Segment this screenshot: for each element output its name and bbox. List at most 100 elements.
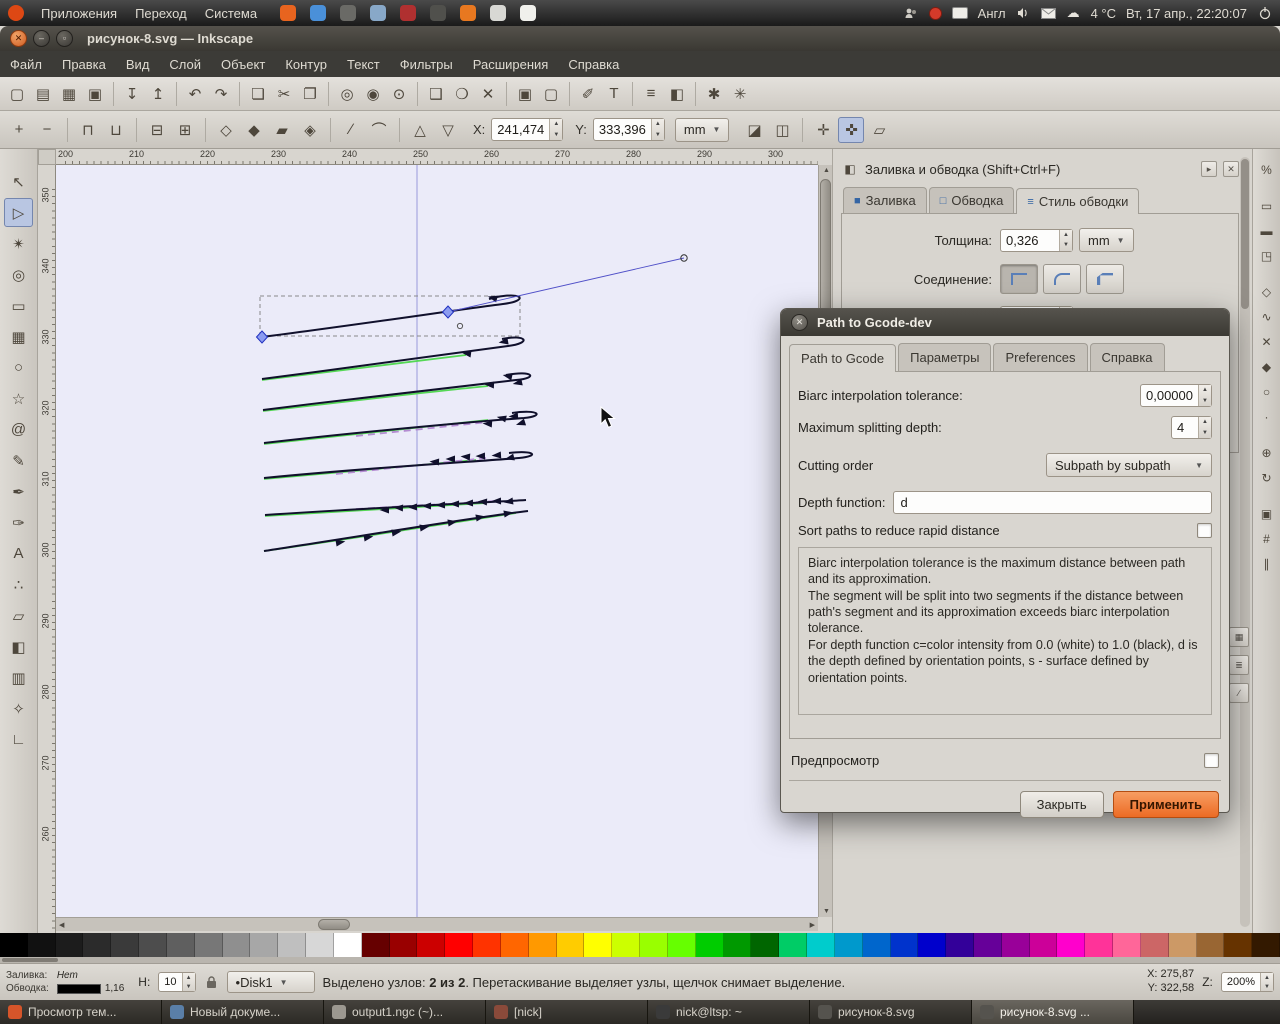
palette-color[interactable]	[612, 933, 640, 957]
group-button[interactable]: ▣	[512, 81, 538, 107]
palette-color[interactable]	[891, 933, 919, 957]
segment-curve-button[interactable]: ⌒	[366, 117, 392, 143]
cut-button[interactable]: ✂	[271, 81, 297, 107]
panel-menu[interactable]: Приложения	[32, 2, 126, 25]
openoffice-icon[interactable]	[400, 5, 416, 21]
snap-midpoint-button[interactable]: ·	[1256, 406, 1278, 428]
text-tool[interactable]: A	[4, 539, 33, 568]
firefox-icon[interactable]	[280, 5, 296, 21]
taskbar-window-button[interactable]: Просмотр тем...	[0, 1000, 162, 1024]
break-node-button[interactable]: ⊓	[75, 117, 101, 143]
palette-color[interactable]	[0, 933, 28, 957]
horizontal-scrollbar-thumb[interactable]	[318, 919, 350, 930]
print-button[interactable]: ▣	[82, 81, 108, 107]
node-smooth-button[interactable]: ◆	[241, 117, 267, 143]
menu-item[interactable]: Слой	[159, 53, 211, 76]
snap-toggle-button[interactable]: %	[1256, 159, 1278, 181]
fill-stroke-tab[interactable]: ■ Заливка	[843, 187, 927, 213]
snap-node-button[interactable]: ◇	[1256, 281, 1278, 303]
palette-color[interactable]	[501, 933, 529, 957]
fill-stroke-dialog-button[interactable]: ◧	[664, 81, 690, 107]
menu-item[interactable]: Справка	[558, 53, 629, 76]
palette-color[interactable]	[473, 933, 501, 957]
dropper-tool[interactable]: ✧	[4, 694, 33, 723]
volume-icon[interactable]	[1016, 6, 1031, 21]
palette-color[interactable]	[946, 933, 974, 957]
panel-menu[interactable]: Система	[196, 2, 266, 25]
gcode-dialog[interactable]: ✕ Path to Gcode-dev Path to GcodeПарамет…	[780, 308, 1230, 813]
palette-color[interactable]	[1030, 933, 1058, 957]
fill-stroke-tab[interactable]: □ Обводка	[929, 187, 1015, 213]
selector-tool[interactable]: ↖	[4, 167, 33, 196]
mail-icon[interactable]	[1041, 6, 1056, 21]
pencil-tool[interactable]: ✎	[4, 446, 33, 475]
sort-paths-checkbox[interactable]	[1197, 523, 1212, 538]
box3d-tool[interactable]: ▦	[4, 322, 33, 351]
star-tool[interactable]: ☆	[4, 384, 33, 413]
edit-clip-path-button[interactable]: ◪	[741, 117, 767, 143]
blender-icon[interactable]	[460, 5, 476, 21]
palette-color[interactable]	[835, 933, 863, 957]
duplicate-button[interactable]: ❑	[423, 81, 449, 107]
eraser-tool[interactable]: ▱	[4, 601, 33, 630]
distributor-logo-icon[interactable]	[8, 5, 24, 21]
layer-dropdown[interactable]: •Disk1▼	[227, 971, 315, 993]
node-auto-button[interactable]: ◈	[297, 117, 323, 143]
preferences-button[interactable]: ✱	[701, 81, 727, 107]
palette-color[interactable]	[167, 933, 195, 957]
palette-color[interactable]	[362, 933, 390, 957]
calligraphy-tool[interactable]: ✑	[4, 508, 33, 537]
x-coordinate-spinner[interactable]: 241,474 ▲▼	[491, 118, 563, 141]
palette-color[interactable]	[56, 933, 84, 957]
snap-grid-button[interactable]: #	[1256, 528, 1278, 550]
save-document-button[interactable]: ▦	[56, 81, 82, 107]
units-dropdown[interactable]: mm▼	[675, 118, 730, 142]
keyboard-indicator-icon[interactable]	[952, 7, 968, 19]
palette-color[interactable]	[111, 933, 139, 957]
snap-rotation-center-button[interactable]: ↻	[1256, 467, 1278, 489]
palette-color[interactable]	[557, 933, 585, 957]
window-minimize-button[interactable]: –	[33, 30, 50, 47]
ruler-corner-button[interactable]	[38, 149, 56, 165]
palette-color[interactable]	[974, 933, 1002, 957]
align-dialog-button[interactable]: ≡	[638, 81, 664, 107]
spray-tool[interactable]: ∴	[4, 570, 33, 599]
taskbar-window-button[interactable]: Новый докуме...	[162, 1000, 324, 1024]
redo-button[interactable]: ↷	[208, 81, 234, 107]
layer-lock-icon[interactable]	[204, 975, 219, 990]
window-maximize-button[interactable]: ▫	[56, 30, 73, 47]
taskbar-window-button[interactable]: nick@ltsp: ~	[648, 1000, 810, 1024]
palette-color[interactable]	[390, 933, 418, 957]
palette-color[interactable]	[918, 933, 946, 957]
zoom-page-button[interactable]: ⊙	[386, 81, 412, 107]
panel-menu-button[interactable]: ▸	[1201, 161, 1217, 177]
gcode-dialog-tab[interactable]: Справка	[1090, 343, 1165, 371]
dock-scrollbar[interactable]	[1240, 157, 1250, 927]
snap-object-center-button[interactable]: ⊕	[1256, 442, 1278, 464]
snap-bbox-corner-button[interactable]: ◳	[1256, 245, 1278, 267]
gcode-dialog-tab[interactable]: Параметры	[898, 343, 991, 371]
menu-item[interactable]: Файл	[0, 53, 52, 76]
palette-color[interactable]	[807, 933, 835, 957]
node-cusp-button[interactable]: ◇	[213, 117, 239, 143]
gcode-dialog-titlebar[interactable]: ✕ Path to Gcode-dev	[781, 309, 1229, 336]
show-handles-button[interactable]: ✜	[838, 117, 864, 143]
xml-editor-button[interactable]: ✐	[575, 81, 601, 107]
node-tool[interactable]: ▷	[4, 198, 33, 227]
palette-color[interactable]	[250, 933, 278, 957]
zoom-drawing-button[interactable]: ◉	[360, 81, 386, 107]
gcode-dialog-tab[interactable]: Preferences	[993, 343, 1087, 371]
inkscape-icon[interactable]	[430, 5, 446, 21]
connector-tool[interactable]: ∟	[4, 725, 33, 754]
palette-color[interactable]	[1169, 933, 1197, 957]
import-button[interactable]: ↧	[119, 81, 145, 107]
palette-color[interactable]	[223, 933, 251, 957]
show-outline-button[interactable]: ▱	[866, 117, 892, 143]
snap-guide-button[interactable]: ∥	[1256, 553, 1278, 575]
export-arrow-icon[interactable]	[520, 5, 536, 21]
palette-color[interactable]	[529, 933, 557, 957]
join-bevel-button[interactable]	[1086, 264, 1124, 294]
delete-node-button[interactable]: −	[34, 117, 60, 143]
palette-color[interactable]	[445, 933, 473, 957]
node-symmetric-button[interactable]: ▰	[269, 117, 295, 143]
